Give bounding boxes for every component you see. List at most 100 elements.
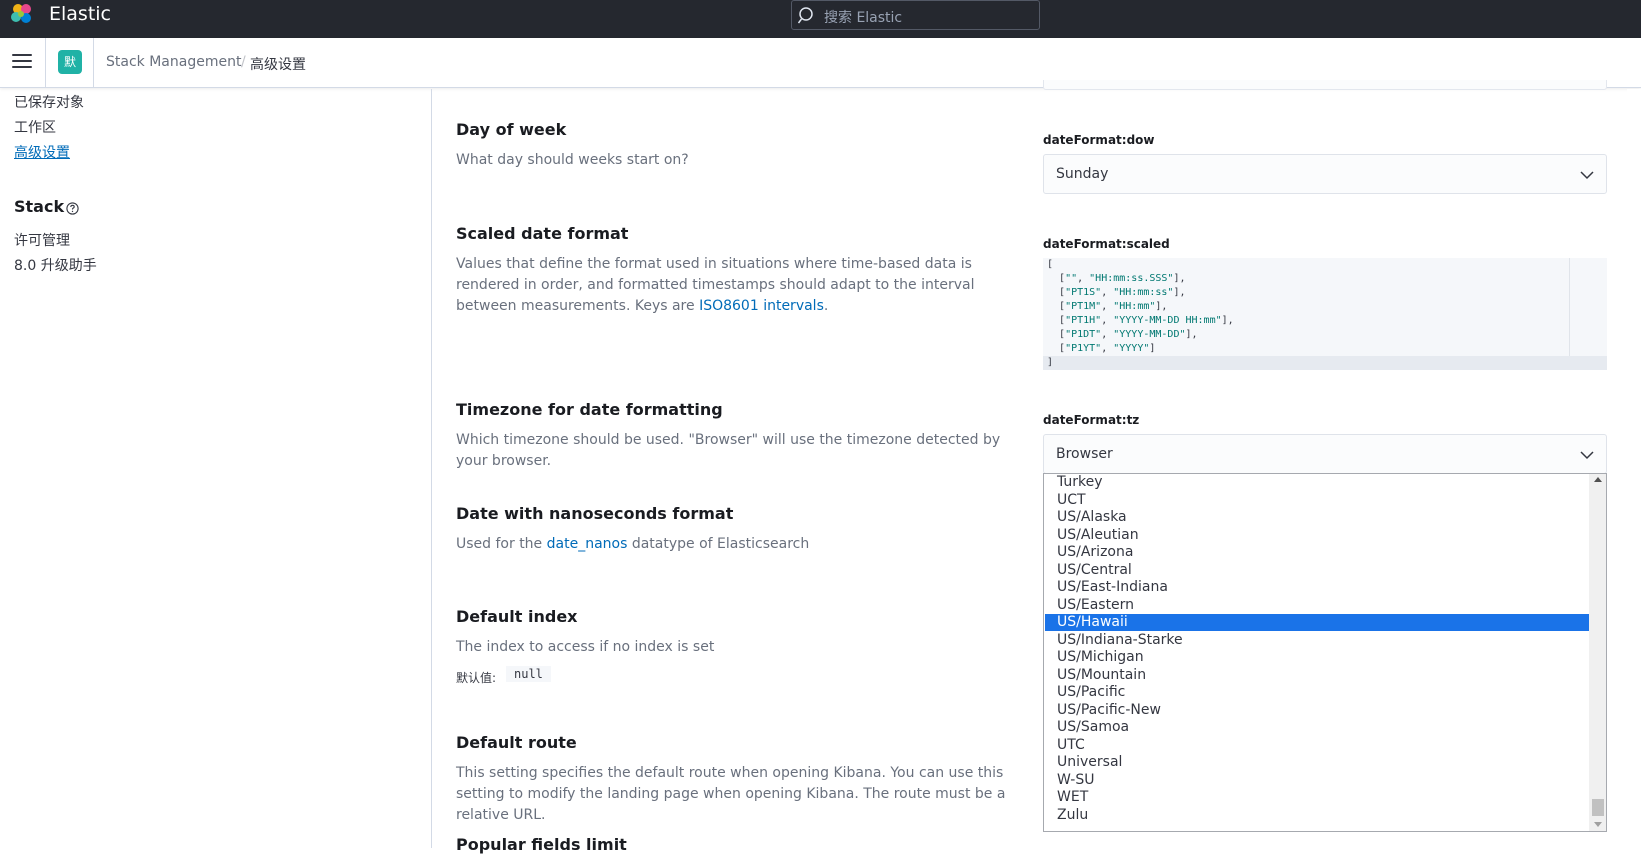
code-end: ], [1173,273,1186,284]
code-value: "HH:mm:ss" [1113,287,1174,298]
code-key: "P1YT" [1065,343,1102,354]
scrollbar-thumb[interactable] [1592,799,1604,816]
code-line: ["PT1H", "YYYY-MM-DD HH:mm"], [1047,315,1234,326]
breadcrumb-separator: / [241,54,246,70]
code-key: "P1DT" [1065,329,1102,340]
hamburger-line [12,60,32,62]
sidebar-item-license-management[interactable]: 许可管理 [14,230,70,250]
timezone-option[interactable]: US/Michigan [1045,649,1590,666]
menu-toggle-button[interactable] [12,54,32,72]
sidebar-group-stack: Stack [14,197,65,216]
dropdown-scrollbar[interactable] [1589,474,1606,831]
timezone-option[interactable]: Turkey [1045,474,1590,491]
code-end: ], [1185,329,1198,340]
code-key: "" [1065,273,1078,284]
scroll-down-arrow-icon[interactable] [1594,822,1602,827]
sidebar-item-spaces[interactable]: 工作区 [14,117,56,137]
timezone-option[interactable]: US/Mountain [1045,667,1590,684]
timezone-option[interactable]: US/East-Indiana [1045,579,1590,596]
setting-title-popular-fields: Popular fields limit [456,835,627,854]
timezone-option[interactable]: UTC [1045,737,1590,754]
setting-desc-default-index: The index to access if no index is set [456,639,715,655]
space-avatar[interactable]: 默 [58,50,82,74]
hamburger-line [12,66,32,68]
timezone-option[interactable]: US/Aleutian [1045,527,1590,544]
setting-desc-timezone: Which timezone should be used. "Browser"… [456,432,1001,469]
timezone-dropdown-list[interactable]: Turkey UCT US/Alaska US/Aleutian US/Ariz… [1043,473,1607,832]
code-line: ["P1YT", "YYYY"] [1047,343,1156,354]
breadcrumb-current: 高级设置 [250,57,306,73]
setting-title-scaled-date: Scaled date format [456,224,629,243]
search-icon [798,7,813,24]
desc-text: . [823,298,829,314]
code-value: "HH:mm" [1113,301,1156,312]
timezone-option[interactable]: US/Central [1045,562,1590,579]
timezone-option[interactable]: Universal [1045,754,1590,771]
setting-title-day-of-week: Day of week [456,120,567,139]
setting-title-default-route: Default route [456,733,577,752]
select-value: Browser [1056,446,1113,462]
field-label-scaled: dateFormat:scaled [1043,237,1170,251]
field-label-tz: dateFormat:tz [1043,413,1140,427]
setting-desc-date-nanos: Used for the date_nanos datatype of Elas… [456,534,1016,555]
timezone-option[interactable]: US/Indiana-Starke [1045,632,1590,649]
code-value: "YYYY-MM-DD HH:mm" [1113,315,1222,326]
timezone-option[interactable]: US/Pacific-New [1045,702,1590,719]
code-line: [ [1047,259,1054,270]
timezone-option[interactable]: US/Samoa [1045,719,1590,736]
elastic-logo-icon[interactable] [10,2,34,26]
code-value: "YYYY" [1113,343,1150,354]
timezone-option[interactable]: US/Eastern [1045,597,1590,614]
code-line: ["PT1S", "HH:mm:ss"], [1047,287,1186,298]
chevron-down-icon [1580,171,1594,180]
setting-desc-scaled-date: Values that define the format used in si… [456,254,1016,317]
timezone-option[interactable]: UCT [1045,492,1590,509]
code-key: "PT1H" [1065,315,1102,326]
chevron-down-icon [1580,451,1594,460]
timezone-option[interactable]: US/Arizona [1045,544,1590,561]
sidebar-item-saved-objects[interactable]: 已保存对象 [14,92,84,112]
date-nanos-link[interactable]: date_nanos [547,536,628,552]
editor-margin-line [1569,258,1570,370]
scroll-up-arrow-icon[interactable] [1594,477,1602,482]
timezone-option[interactable]: WET [1045,789,1590,806]
page-scrollbar[interactable] [1627,89,1641,848]
desc-text: Used for the [456,536,547,552]
timezone-option[interactable]: US/Alaska [1045,509,1590,526]
code-key: "PT1M" [1065,301,1102,312]
setting-title-default-index: Default index [456,607,578,626]
editor-active-line [1043,356,1607,370]
brand-name[interactable]: Elastic [49,3,111,25]
code-line: ["P1DT", "YYYY-MM-DD"], [1047,329,1198,340]
timezone-option-highlighted[interactable]: US/Hawaii [1045,614,1590,631]
default-value-code: null [506,666,551,682]
header-divider [45,38,46,88]
setting-title-timezone: Timezone for date formatting [456,400,723,419]
setting-desc-day-of-week: What day should weeks start on? [456,152,689,168]
timezone-option[interactable]: W-SU [1045,772,1590,789]
sidebar-item-advanced-settings[interactable]: 高级设置 [14,142,70,162]
default-value-label: 默认值: [456,671,497,685]
header-divider [93,38,94,88]
question-circle-icon[interactable] [66,202,79,215]
top-header: Elastic 搜索 Elastic [0,0,1641,38]
code-key: "PT1S" [1065,287,1102,298]
sidebar-item-upgrade-assistant[interactable]: 8.0 升级助手 [14,255,97,275]
code-end: ], [1155,301,1168,312]
search-placeholder: 搜索 Elastic [824,10,903,26]
timezone-option[interactable]: US/Pacific [1045,684,1590,701]
code-line: ["", "HH:mm:ss.SSS"], [1047,273,1186,284]
timezone-option[interactable]: Zulu [1045,807,1590,824]
timezone-select[interactable]: Browser [1043,434,1607,474]
iso8601-link[interactable]: ISO8601 intervals [699,298,824,314]
field-label-dow: dateFormat:dow [1043,133,1155,147]
breadcrumb-stack-management[interactable]: Stack Management [106,54,241,70]
side-navigation: 已保存对象 工作区 高级设置 Stack 许可管理 8.0 升级助手 [0,89,432,848]
code-end: ], [1221,315,1234,326]
previous-field-edge [1043,80,1607,90]
scaled-date-code-editor[interactable]: [ ["", "HH:mm:ss.SSS"], ["PT1S", "HH:mm:… [1043,258,1607,370]
hamburger-line [12,54,32,56]
day-of-week-select[interactable]: Sunday [1043,154,1607,194]
code-value: "YYYY-MM-DD" [1113,329,1186,340]
global-search-input[interactable]: 搜索 Elastic [791,0,1040,30]
